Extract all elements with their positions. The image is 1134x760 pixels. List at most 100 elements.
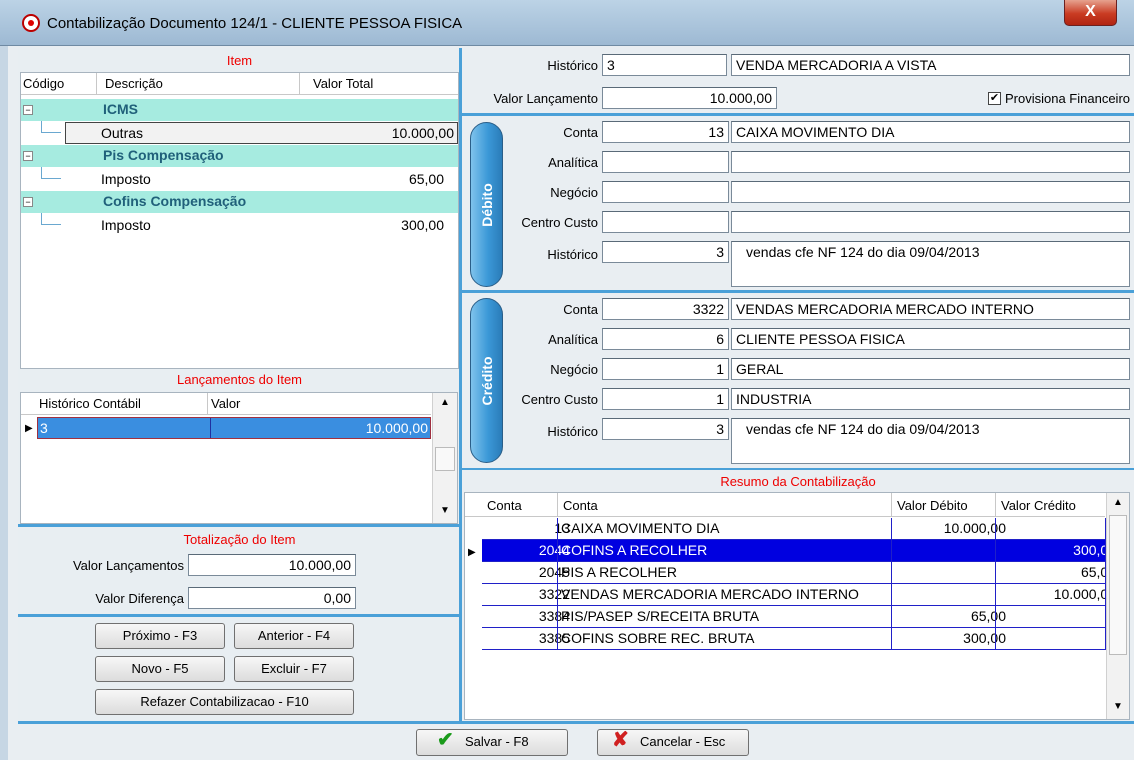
novo-button[interactable]: Novo - F5 [95,656,225,682]
debito-conta-desc-field[interactable]: CAIXA MOVIMENTO DIA [731,121,1130,143]
valor-lancamento-field[interactable]: 10.000,00 [602,87,777,109]
tree-item-cofins-imposto[interactable]: Imposto 300,00 [21,214,458,236]
credito-negocio-label: Negócio [550,362,598,377]
item-tree-header: Código Descrição Valor Total [21,73,458,95]
provisiona-checkbox[interactable]: ✔ [988,92,1001,105]
credito-negocio-desc-field[interactable]: GERAL [731,358,1130,380]
divider [462,290,1134,293]
collapse-icon[interactable]: − [23,105,33,115]
resumo-row[interactable]: 2045 PIS A RECOLHER 65,00 [482,562,1118,584]
row-pointer-icon: ▶ [25,423,33,434]
valor-lancamentos-field[interactable]: 10.000,00 [188,554,356,576]
historico-label: Histórico [547,58,598,73]
debito-historico-label: Histórico [547,247,598,262]
check-icon: ✔ [437,729,454,751]
col-descricao-header[interactable]: Descrição [105,76,163,91]
tree-item-desc: Imposto [101,171,151,187]
debito-analitica-desc-field[interactable] [731,151,1130,173]
credito-analitica-code-field[interactable]: 6 [602,328,729,350]
tree-group-label: Cofins Compensação [103,193,247,209]
col-conta-desc-header[interactable]: Conta [563,498,598,513]
credito-conta-code-field[interactable]: 3322 [602,298,729,320]
lancamentos-grid[interactable]: Histórico Contábil Valor ▶ 3 10.000,00 ▲… [20,392,458,524]
excluir-button[interactable]: Excluir - F7 [234,656,354,682]
resumo-row[interactable]: 13 CAIXA MOVIMENTO DIA 10.000,00 [482,518,1118,540]
divider [18,614,461,617]
resumo-row[interactable]: 3385 COFINS SOBRE REC. BRUTA 300,00 [482,628,1118,650]
tree-item-outras[interactable]: Outras 10.000,00 [21,122,458,144]
valor-diferenca-field[interactable]: 0,00 [188,587,356,609]
lancamentos-scrollbar[interactable]: ▲ ▼ [432,393,457,523]
debito-analitica-code-field[interactable] [602,151,729,173]
divider [462,113,1134,116]
credito-conta-label: Conta [563,302,598,317]
scroll-thumb[interactable] [435,447,455,471]
credito-centro-custo-label: Centro Custo [521,392,598,407]
collapse-icon[interactable]: − [23,151,33,161]
provisiona-label: Provisiona Financeiro [1005,91,1131,106]
col-valor-total-header[interactable]: Valor Total [313,76,373,91]
resumo-row-selected[interactable]: 2044 COFINS A RECOLHER 300,00 [482,540,1118,562]
credito-conta-desc-field[interactable]: VENDAS MERCADORIA MERCADO INTERNO [731,298,1130,320]
historico-code-field[interactable]: 3 [602,54,727,76]
divider [462,468,1134,470]
valor-lancamentos-label: Valor Lançamentos [72,558,184,573]
resumo-grid[interactable]: Conta Conta Valor Débito Valor Crédito ▶… [464,492,1130,720]
cancelar-button[interactable]: ✘ Cancelar - Esc [597,729,749,756]
tree-item-pis-imposto[interactable]: Imposto 65,00 [21,168,458,190]
scroll-thumb[interactable] [1109,515,1127,655]
credito-centro-custo-code-field[interactable]: 1 [602,388,729,410]
col-historico-header[interactable]: Histórico Contábil [39,396,141,411]
credito-badge: Crédito [470,298,503,463]
refazer-contabilizacao-button[interactable]: Refazer Contabilizacao - F10 [95,689,354,715]
col-conta-code-header[interactable]: Conta [487,498,522,513]
debito-negocio-desc-field[interactable] [731,181,1130,203]
lancamento-row[interactable]: 3 10.000,00 [37,417,431,439]
col-valor-debito-header[interactable]: Valor Débito [897,498,968,513]
debito-centro-custo-code-field[interactable] [602,211,729,233]
resumo-row[interactable]: 3322 VENDAS MERCADORIA MERCADO INTERNO 1… [482,584,1118,606]
anterior-button[interactable]: Anterior - F4 [234,623,354,649]
panel-divider [459,48,462,722]
scroll-up-icon[interactable]: ▲ [440,397,450,408]
credito-historico-code-field[interactable]: 3 [602,418,729,440]
app-icon[interactable] [22,14,40,32]
resumo-scrollbar[interactable]: ▲ ▼ [1106,493,1129,719]
collapse-icon[interactable]: − [23,197,33,207]
scroll-up-icon[interactable]: ▲ [1113,497,1123,508]
credito-negocio-code-field[interactable]: 1 [602,358,729,380]
tree-group-cofins[interactable]: − Cofins Compensação [21,191,458,213]
col-valor-credito-header[interactable]: Valor Crédito [1001,498,1076,513]
credito-historico-desc-field[interactable]: vendas cfe NF 124 do dia 09/04/2013 [731,418,1130,464]
salvar-button[interactable]: ✔ Salvar - F8 [416,729,568,756]
scroll-down-icon[interactable]: ▼ [440,505,450,516]
col-valor-header[interactable]: Valor [211,396,240,411]
col-codigo-header[interactable]: Código [23,76,64,91]
scroll-down-icon[interactable]: ▼ [1113,701,1123,712]
salvar-label: Salvar - F8 [465,734,529,749]
window-frame-left [0,46,8,760]
window-title: Contabilização Documento 124/1 - CLIENTE… [47,15,463,32]
debito-historico-code-field[interactable]: 3 [602,241,729,263]
close-button[interactable]: X [1064,0,1117,26]
item-tree[interactable]: Código Descrição Valor Total − ICMS Outr… [20,72,459,369]
tree-item-value: 65,00 [408,171,444,187]
debito-historico-desc-field[interactable]: vendas cfe NF 124 do dia 09/04/2013 [731,241,1130,287]
lancamento-historico: 3 [40,420,48,436]
title-bar: Contabilização Documento 124/1 - CLIENTE… [0,0,1134,46]
tree-group-pis[interactable]: − Pis Compensação [21,145,458,167]
resumo-row[interactable]: 3384 PIS/PASEP S/RECEITA BRUTA 65,00 [482,606,1118,628]
debito-conta-code-field[interactable]: 13 [602,121,729,143]
tree-group-icms[interactable]: − ICMS [21,99,458,121]
credito-centro-custo-desc-field[interactable]: INDUSTRIA [731,388,1130,410]
debito-negocio-code-field[interactable] [602,181,729,203]
resumo-section-title: Resumo da Contabilização [720,474,876,489]
lancamentos-header: Histórico Contábil Valor [21,393,431,415]
proximo-button[interactable]: Próximo - F3 [95,623,225,649]
historico-desc-field[interactable]: VENDA MERCADORIA A VISTA [731,54,1130,76]
debito-analitica-label: Analítica [548,155,598,170]
debito-centro-custo-desc-field[interactable] [731,211,1130,233]
item-section-title: Item [226,53,253,68]
divider [18,721,1134,724]
credito-analitica-desc-field[interactable]: CLIENTE PESSOA FISICA [731,328,1130,350]
